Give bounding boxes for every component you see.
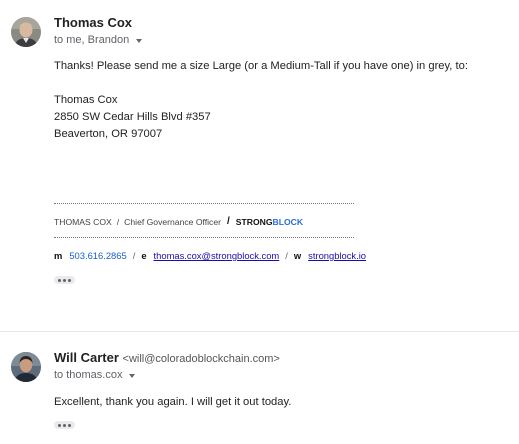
ellipsis-icon [63, 423, 66, 427]
address-city: Beaverton, OR 97007 [54, 128, 163, 140]
sender-name[interactable]: Thomas Cox [54, 15, 132, 30]
caret-down-icon[interactable] [129, 373, 136, 378]
address-name: Thomas Cox [54, 94, 118, 106]
email-message-2: Will Carter <will@coloradoblockchain.com… [0, 331, 519, 444]
ellipsis-icon [58, 278, 61, 282]
ellipsis-icon [68, 423, 71, 427]
caret-down-icon[interactable] [136, 38, 143, 43]
brand-logo-part2: BLOCK [272, 216, 304, 227]
signature-divider [54, 237, 354, 238]
signature-title: Chief Governance Officer [124, 216, 221, 227]
signature-title-line: THOMAS COX / Chief Governance Officer / … [54, 216, 303, 227]
recipients-toggle[interactable]: to me, Brandon [54, 34, 143, 46]
signature-separator: / [226, 216, 230, 227]
sender-header: Will Carter <will@coloradoblockchain.com… [54, 350, 280, 365]
website-link[interactable]: strongblock.io [308, 250, 366, 261]
email-link[interactable]: thomas.cox@strongblock.com [154, 250, 280, 261]
avatar-photo-icon [11, 17, 41, 47]
signature-divider [54, 203, 354, 204]
show-trimmed-content-button[interactable] [54, 276, 75, 284]
sender-name[interactable]: Will Carter [54, 350, 119, 365]
signature-separator: / [116, 216, 120, 227]
address-street: 2850 SW Cedar Hills Blvd #357 [54, 111, 211, 123]
sender-avatar[interactable] [11, 17, 41, 47]
mobile-label: m [54, 250, 63, 261]
ellipsis-icon [68, 278, 71, 282]
mobile-number[interactable]: 503.616.2865 [69, 250, 126, 261]
recipients-text: to thomas.cox [54, 369, 123, 381]
message-body-line: Thanks! Please send me a size Large (or … [54, 60, 468, 72]
ellipsis-icon [63, 278, 66, 282]
recipients-toggle[interactable]: to thomas.cox [54, 369, 136, 381]
web-label: w [293, 250, 302, 261]
message-body-line: Excellent, thank you again. I will get i… [54, 396, 292, 408]
brand-logo: STRONGBLOCK [236, 217, 303, 227]
contact-separator: / [132, 250, 136, 261]
brand-logo-part1: STRONG [235, 216, 273, 227]
email-message-1: Thomas Cox to me, Brandon Thanks! Please… [0, 0, 519, 331]
avatar-photo-icon [11, 352, 41, 382]
ellipsis-icon [58, 423, 61, 427]
contact-separator: / [285, 250, 288, 261]
show-trimmed-content-button[interactable] [54, 421, 75, 429]
recipients-text: to me, Brandon [54, 34, 130, 46]
sender-avatar[interactable] [11, 352, 41, 382]
email-label: e [141, 250, 147, 261]
signature-contact-line: m 503.616.2865 / e thomas.cox@strongbloc… [54, 250, 366, 261]
sender-email: <will@coloradoblockchain.com> [122, 353, 280, 365]
signature-name: THOMAS COX [54, 216, 112, 227]
